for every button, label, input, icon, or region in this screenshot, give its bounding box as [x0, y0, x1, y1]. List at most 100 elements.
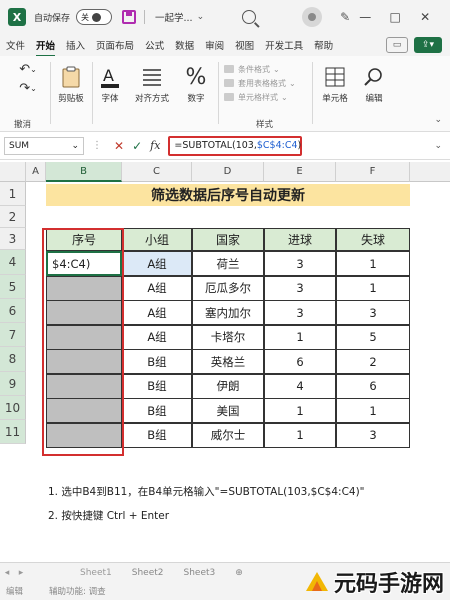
table-header-cell[interactable]: 序号 — [46, 228, 122, 251]
table-header-cell[interactable]: 进球 — [264, 228, 336, 251]
selected-cell[interactable] — [46, 373, 122, 399]
table-cell[interactable]: 6 — [336, 373, 410, 399]
tab-page-layout[interactable]: 页面布局 — [96, 36, 134, 54]
row-header-3[interactable]: 3 — [0, 228, 26, 250]
tab-developer[interactable]: 开发工具 — [265, 36, 303, 54]
document-title[interactable]: 一起学... — [155, 10, 193, 24]
table-cell[interactable]: 威尔士 — [192, 422, 264, 448]
autosave-toggle[interactable]: 关 — [76, 9, 113, 25]
selected-cell[interactable] — [46, 300, 122, 325]
tab-insert[interactable]: 插入 — [66, 36, 85, 54]
table-cell[interactable]: 3 — [264, 300, 336, 325]
cells-button[interactable]: 单元格 — [316, 58, 354, 118]
tab-home[interactable]: 开始 — [36, 36, 56, 57]
active-cell[interactable]: $4:C4) — [46, 251, 122, 276]
table-cell[interactable]: 1 — [264, 398, 336, 423]
selected-cell[interactable] — [46, 275, 122, 301]
font-button[interactable]: A 字体 — [94, 58, 126, 118]
selected-cell[interactable] — [46, 349, 122, 374]
table-cell[interactable]: 伊朗 — [192, 373, 264, 399]
sheet-title[interactable]: 筛选数据后序号自动更新 — [46, 184, 410, 206]
row-header-10[interactable]: 10 — [0, 396, 26, 420]
table-cell[interactable]: 3 — [264, 275, 336, 301]
table-cell[interactable]: 卡塔尔 — [192, 324, 264, 350]
table-cell[interactable]: 3 — [336, 300, 410, 325]
row-header-8[interactable]: 8 — [0, 347, 26, 372]
undo-icon[interactable]: ↶ ⌄ — [19, 62, 37, 77]
enter-icon[interactable]: ✓ — [132, 139, 142, 153]
table-cell[interactable]: 1 — [336, 251, 410, 276]
collapse-ribbon-icon[interactable]: ⌄ — [434, 115, 442, 125]
table-cell[interactable]: 4 — [264, 373, 336, 399]
redo-icon[interactable]: ↷ ⌄ — [19, 81, 37, 96]
table-cell[interactable]: B组 — [122, 398, 192, 423]
row-header-9[interactable]: 9 — [0, 372, 26, 396]
tab-file[interactable]: 文件 — [6, 36, 25, 54]
sheet-tab-2[interactable]: Sheet2 — [132, 568, 164, 578]
row-header-11[interactable]: 11 — [0, 420, 26, 444]
table-cell[interactable]: 塞内加尔 — [192, 300, 264, 325]
alignment-button[interactable]: 对齐方式 — [130, 58, 174, 118]
selected-cell[interactable] — [46, 422, 122, 448]
comments-button[interactable]: ▭ — [386, 37, 408, 53]
row-header-6[interactable]: 6 — [0, 299, 26, 323]
table-cell[interactable]: B组 — [122, 422, 192, 448]
table-cell[interactable]: 美国 — [192, 398, 264, 423]
tab-formulas[interactable]: 公式 — [145, 36, 164, 54]
column-header-a[interactable]: A — [26, 162, 46, 182]
tab-review[interactable]: 审阅 — [205, 36, 224, 54]
search-icon[interactable] — [242, 10, 257, 24]
row-header-5[interactable]: 5 — [0, 275, 26, 299]
name-box[interactable]: SUM ⌄ — [4, 136, 84, 155]
add-sheet-icon[interactable]: ⊕ — [235, 568, 243, 578]
close-button[interactable]: ✕ — [410, 10, 440, 24]
table-cell[interactable]: A组 — [122, 251, 192, 276]
table-cell[interactable]: A组 — [122, 300, 192, 325]
row-header-7[interactable]: 7 — [0, 323, 26, 347]
table-cell[interactable]: A组 — [122, 324, 192, 350]
tab-data[interactable]: 数据 — [175, 36, 194, 54]
edit-button[interactable]: 编辑 — [358, 58, 390, 118]
clipboard-button[interactable]: 剪贴板 — [52, 58, 90, 118]
row-header-1[interactable]: 1 — [0, 182, 26, 206]
table-header-cell[interactable]: 失球 — [336, 228, 410, 251]
number-format-button[interactable]: % 数字 — [180, 58, 212, 118]
table-cell[interactable]: 1 — [336, 275, 410, 301]
column-header-e[interactable]: E — [264, 162, 336, 182]
column-header-f[interactable]: F — [336, 162, 410, 182]
table-cell[interactable]: B组 — [122, 373, 192, 399]
accessibility-status[interactable]: 辅助功能: 调查 — [49, 585, 106, 597]
cell-style-button[interactable]: 单元格样式 ⌄ — [224, 90, 296, 104]
column-header-b[interactable]: B — [46, 162, 122, 182]
table-cell[interactable]: 厄瓜多尔 — [192, 275, 264, 301]
table-cell[interactable]: A组 — [122, 275, 192, 301]
table-cell[interactable]: B组 — [122, 349, 192, 374]
selected-cell[interactable] — [46, 324, 122, 350]
select-all-corner[interactable] — [0, 162, 26, 182]
formula-input[interactable]: =SUBTOTAL(103, $C$4:C4) — [168, 135, 303, 156]
column-header-d[interactable]: D — [192, 162, 264, 182]
tab-help[interactable]: 帮助 — [314, 36, 333, 54]
column-header-c[interactable]: C — [122, 162, 192, 182]
selected-cell[interactable] — [46, 398, 122, 423]
table-header-cell[interactable]: 小组 — [122, 228, 192, 251]
table-cell[interactable]: 3 — [336, 422, 410, 448]
row-header-4[interactable]: 4 — [0, 250, 26, 275]
table-cell[interactable]: 1 — [264, 324, 336, 350]
sheet-tab-3[interactable]: Sheet3 — [184, 568, 216, 578]
table-cell[interactable]: 5 — [336, 324, 410, 350]
share-button[interactable]: ⇪▾ — [414, 37, 442, 53]
pen-icon[interactable]: ✎ — [340, 10, 350, 24]
maximize-button[interactable]: □ — [380, 10, 410, 24]
chevron-down-icon[interactable]: ⌄ — [197, 12, 205, 22]
table-cell[interactable]: 1 — [336, 398, 410, 423]
save-icon[interactable] — [122, 10, 137, 24]
table-cell[interactable]: 英格兰 — [192, 349, 264, 374]
avatar[interactable] — [302, 7, 323, 27]
next-sheet-icon[interactable]: ▸ — [14, 568, 28, 578]
conditional-format-button[interactable]: 条件格式 ⌄ — [224, 62, 296, 76]
sheet-tab-1[interactable]: Sheet1 — [80, 568, 112, 578]
expand-formula-icon[interactable]: ⌄ — [434, 141, 442, 151]
minimize-button[interactable]: — — [350, 10, 380, 24]
table-cell[interactable]: 6 — [264, 349, 336, 374]
